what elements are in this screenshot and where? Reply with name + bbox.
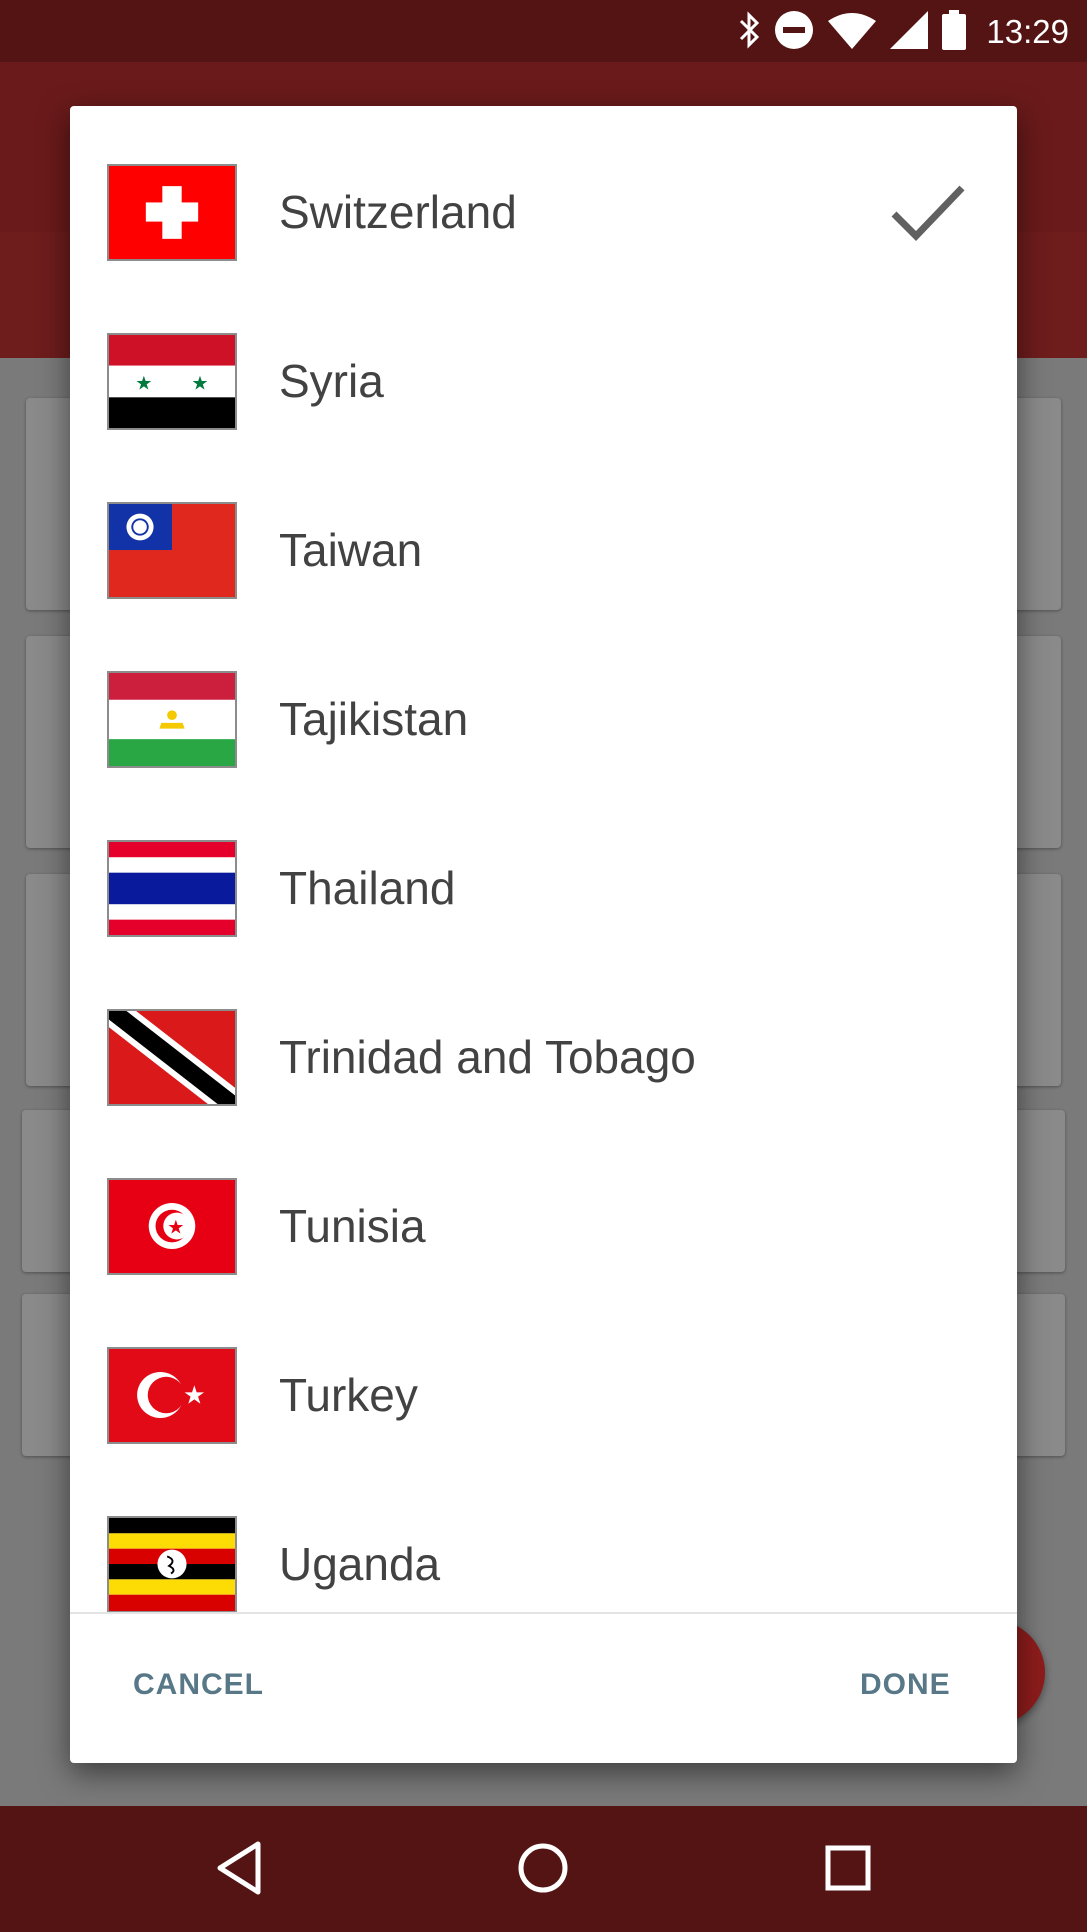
country-item-uganda[interactable]: Uganda — [70, 1480, 1017, 1612]
thailand-flag — [107, 840, 237, 937]
country-name: Switzerland — [279, 186, 517, 238]
turkey-flag: ★ — [107, 1347, 237, 1444]
country-item-thailand[interactable]: Thailand — [70, 804, 1017, 973]
tunisia-flag: ★ — [107, 1178, 237, 1275]
syria-flag: ★ ★ — [107, 333, 237, 430]
country-name: Trinidad and Tobago — [279, 1031, 696, 1083]
country-name: Thailand — [279, 862, 456, 914]
country-item-trinidad-and-tobago[interactable]: Trinidad and Tobago — [70, 973, 1017, 1142]
country-item-switzerland[interactable]: Switzerland — [70, 128, 1017, 297]
uganda-flag — [107, 1516, 237, 1612]
do-not-disturb-icon — [774, 10, 814, 55]
country-item-tunisia[interactable]: ★ Tunisia — [70, 1142, 1017, 1311]
country-item-tajikistan[interactable]: Tajikistan — [70, 635, 1017, 804]
home-button[interactable] — [509, 1836, 577, 1904]
trinidad-and-tobago-flag — [107, 1009, 237, 1106]
country-name: Tunisia — [279, 1200, 426, 1252]
country-name: Tajikistan — [279, 693, 469, 745]
tajikistan-flag — [107, 671, 237, 768]
taiwan-flag — [107, 502, 237, 599]
country-item-syria[interactable]: ★ ★ Syria — [70, 297, 1017, 466]
dialog-divider — [70, 1612, 1017, 1614]
status-bar: 13:29 — [0, 0, 1087, 62]
svg-text:★: ★ — [135, 374, 152, 395]
switzerland-flag — [107, 164, 237, 261]
country-name: Syria — [279, 355, 384, 407]
svg-text:★: ★ — [183, 1382, 206, 1410]
country-picker-dialog: Switzerland ★★ Syria Taiwan Tajikistan — [70, 106, 1017, 1763]
country-name: Turkey — [279, 1369, 418, 1421]
country-item-turkey[interactable]: ★ Turkey — [70, 1311, 1017, 1480]
bluetooth-icon — [738, 10, 760, 54]
country-item-taiwan[interactable]: Taiwan — [70, 466, 1017, 635]
country-name: Taiwan — [279, 524, 423, 576]
done-button[interactable]: DONE — [860, 1668, 951, 1702]
back-icon — [214, 1840, 264, 1901]
navigation-bar — [0, 1806, 1087, 1932]
wifi-icon — [828, 11, 877, 54]
country-list: Switzerland ★★ Syria Taiwan Tajikistan — [70, 106, 1017, 1612]
back-button[interactable] — [205, 1836, 273, 1904]
status-time: 13:29 — [986, 13, 1069, 50]
cancel-button[interactable]: CANCEL — [133, 1668, 264, 1702]
recents-icon — [825, 1845, 871, 1896]
svg-text:★: ★ — [191, 374, 208, 395]
cell-signal-icon — [890, 10, 929, 54]
country-name: Uganda — [279, 1538, 441, 1590]
battery-icon — [942, 9, 967, 55]
recents-button[interactable] — [814, 1836, 882, 1904]
svg-text:★: ★ — [167, 1218, 184, 1239]
checkmark-icon — [888, 178, 968, 248]
status-icons: 13:29 — [738, 9, 1069, 55]
home-icon — [517, 1842, 569, 1899]
